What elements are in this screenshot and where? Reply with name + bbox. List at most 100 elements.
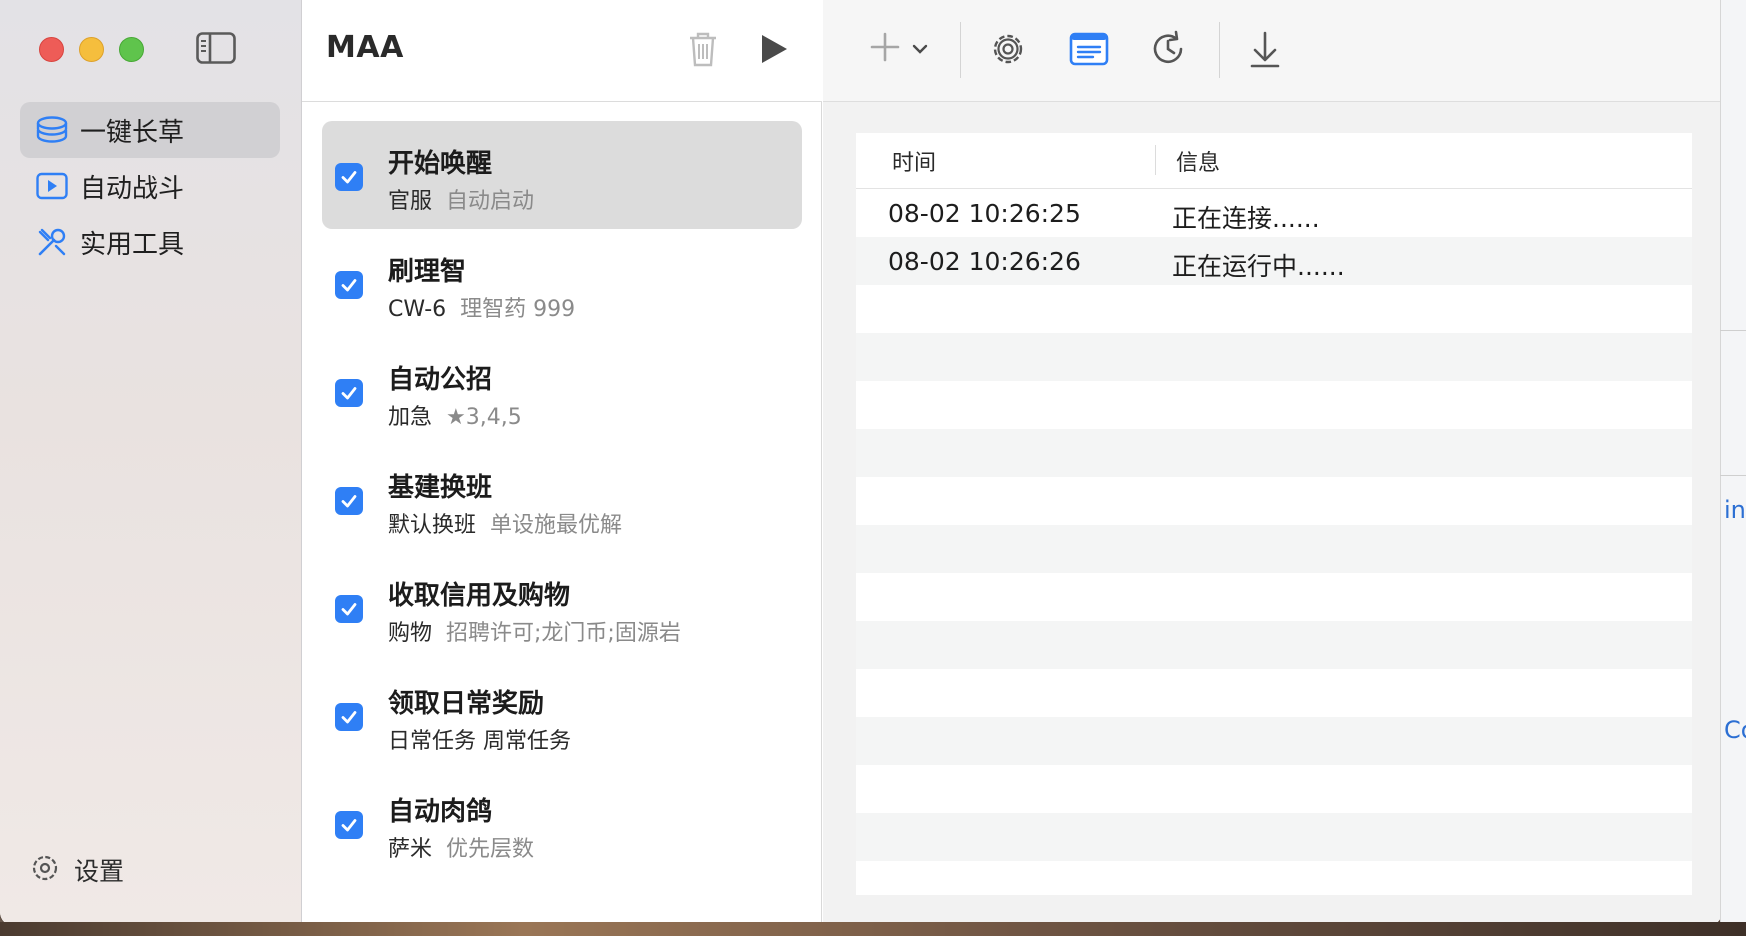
log-time-cell: 08-02 10:26:26: [888, 247, 1081, 276]
task-title: 开始唤醒: [388, 149, 493, 179]
toolbar: [823, 0, 1722, 102]
log-info-cell: 正在连接......: [1172, 204, 1320, 233]
plus-icon: [868, 30, 902, 68]
sidebar-item-startup[interactable]: 一键长草: [20, 102, 280, 158]
task-item[interactable]: 自动公招加急 ★3,4,5: [322, 337, 802, 445]
task-subtitle: 加急 ★3,4,5: [388, 399, 522, 431]
task-list-pane: MAA 开始唤醒 官服 自动启动 刷理智 CW-6 理智药 999 自动公招 加急 ★3,4,5…: [302, 0, 822, 926]
task-subtitle: 日常任务 周常任务: [388, 723, 585, 755]
sidebar: 一键长草 自动战斗 实用工具 设置: [0, 0, 302, 926]
task-item[interactable]: 基建换班默认换班 单设施最优解: [322, 445, 802, 553]
toolbar-divider: [960, 22, 961, 78]
minimize-window-button[interactable]: [79, 37, 104, 62]
stack-icon: [34, 112, 70, 148]
task-detail: 加急: [388, 405, 433, 430]
play-rect-icon: [34, 168, 70, 204]
log-info-cell: 正在运行中......: [1172, 252, 1345, 281]
task-extra: ★3,4,5: [446, 405, 522, 430]
add-task-button[interactable]: [863, 26, 933, 72]
column-header-info[interactable]: 信息: [1176, 145, 1220, 177]
task-detail: 购物: [388, 621, 433, 646]
task-extra: 自动启动: [446, 189, 535, 214]
task-checkbox[interactable]: [335, 379, 363, 407]
table-row: [856, 669, 1692, 717]
task-title: 领取日常奖励: [388, 689, 545, 719]
table-row: [856, 333, 1692, 381]
gear-icon[interactable]: [985, 26, 1031, 72]
table-row[interactable]: 08-02 10:26:26 正在运行中......: [856, 237, 1692, 285]
task-item[interactable]: 刷理智 CW-6 理智药 999: [322, 229, 802, 337]
task-extra: 招聘许可;龙门币;固源岩: [446, 621, 681, 646]
toolbar-divider: [1219, 22, 1220, 78]
task-title: 刷理智: [388, 257, 467, 287]
task-checkbox[interactable]: [335, 595, 363, 623]
log-pane: 时间 信息 08-02 10:26:25 正在连接...... 08-02 10:2…: [823, 0, 1722, 926]
desktop-wallpaper: [0, 922, 1746, 936]
table-row: [856, 717, 1692, 765]
close-window-button[interactable]: [39, 37, 64, 62]
sidebar-item-label: 实用工具: [80, 229, 185, 260]
sidebar-item-auto-battle[interactable]: 自动战斗: [20, 158, 280, 214]
sidebar-item-label: 自动战斗: [80, 173, 185, 204]
sidebar-item-tools[interactable]: 实用工具: [20, 214, 280, 270]
start-play-icon[interactable]: [754, 30, 792, 68]
task-checkbox[interactable]: [335, 271, 363, 299]
task-checkbox[interactable]: [335, 811, 363, 839]
table-row: [856, 381, 1692, 429]
task-title: 收取信用及购物: [388, 581, 571, 611]
trash-icon[interactable]: [682, 28, 724, 70]
table-row: [856, 429, 1692, 477]
settings-button[interactable]: 设置: [30, 852, 124, 888]
task-detail: 日常任务 周常任务: [388, 729, 571, 754]
table-row: [856, 861, 1692, 909]
app-window: 一键长草 自动战斗 实用工具 设置 MAA 开始唤醒 官服 自动启动 刷理智 C…: [0, 0, 1722, 926]
task-subtitle: 购物 招聘许可;龙门币;固源岩: [388, 615, 681, 647]
table-row: [856, 813, 1692, 861]
task-subtitle: 默认换班 单设施最优解: [388, 507, 622, 539]
log-table: 时间 信息 08-02 10:26:25 正在连接...... 08-02 10:2…: [856, 133, 1692, 895]
table-row: [856, 573, 1692, 621]
task-subtitle: CW-6 理智药 999: [388, 291, 575, 323]
task-checkbox[interactable]: [335, 703, 363, 731]
task-item[interactable]: 自动肉鸽萨米 优先层数: [322, 769, 802, 877]
task-extra: 理智药 999: [460, 297, 576, 322]
log-view-icon[interactable]: [1066, 26, 1112, 72]
task-detail: 萨米: [388, 837, 433, 862]
chevron-down-icon: [912, 40, 928, 59]
desktop-background-window: ine Co: [1720, 0, 1746, 936]
task-checkbox[interactable]: [335, 163, 363, 191]
tools-icon: [34, 224, 70, 260]
download-icon[interactable]: [1245, 26, 1285, 72]
task-item[interactable]: 领取日常奖励日常任务 周常任务: [322, 661, 802, 769]
table-row: [856, 765, 1692, 813]
zoom-window-button[interactable]: [119, 37, 144, 62]
app-title: MAA: [326, 30, 404, 65]
table-row[interactable]: 08-02 10:26:25 正在连接......: [856, 189, 1692, 237]
table-row: [856, 285, 1692, 333]
gear-icon: [30, 853, 60, 887]
task-item[interactable]: 开始唤醒官服 自动启动: [322, 121, 802, 229]
task-title: 自动肉鸽: [388, 797, 493, 827]
task-title: 基建换班: [388, 473, 493, 503]
log-table-header: 时间 信息: [856, 133, 1692, 189]
sidebar-item-label: 一键长草: [80, 117, 185, 148]
log-time-cell: 08-02 10:26:25: [888, 199, 1081, 228]
column-header-time[interactable]: 时间: [892, 145, 936, 177]
table-row: [856, 621, 1692, 669]
table-row: [856, 525, 1692, 573]
task-extra: 优先层数: [446, 837, 535, 862]
task-subtitle: 官服 自动启动: [388, 183, 534, 215]
desktop-text-fragment: ine: [1724, 496, 1746, 524]
task-checkbox[interactable]: [335, 487, 363, 515]
task-list-header: MAA: [302, 0, 822, 102]
desktop-text-fragment: Co: [1724, 716, 1746, 744]
task-item[interactable]: 收取信用及购物购物 招聘许可;龙门币;固源岩: [322, 553, 802, 661]
task-extra: 单设施最优解: [490, 513, 623, 538]
settings-label: 设置: [74, 857, 125, 886]
task-detail: 官服: [388, 189, 433, 214]
history-icon[interactable]: [1145, 26, 1191, 72]
table-row: [856, 477, 1692, 525]
task-subtitle: 萨米 优先层数: [388, 831, 534, 863]
sidebar-toggle-icon[interactable]: [196, 32, 236, 64]
task-title: 自动公招: [388, 365, 493, 395]
